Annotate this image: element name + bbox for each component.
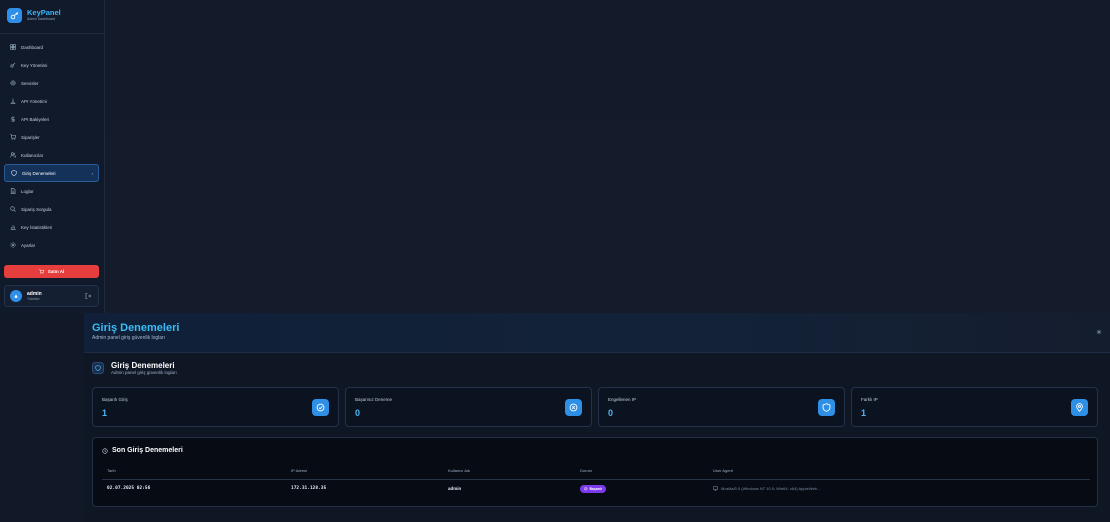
sidebar-item-api-management[interactable]: API Yönetimi [4,92,99,110]
sidebar-item-orders[interactable]: Siparişler [4,128,99,146]
shield-icon [92,362,104,374]
page-subtitle: Admin panel giriş güvenlik logları [92,335,166,341]
key-logo-icon [7,8,22,23]
cell-username: admin [448,486,462,491]
settings-icon [10,242,16,248]
shield-icon [818,399,835,416]
chevron-right-icon: › [91,170,93,176]
sidebar-item-label: Dashboard [21,44,44,50]
column-header-user-agent[interactable]: User Agent [713,468,733,473]
sidebar-item-logs[interactable]: Loglar [4,182,99,200]
sidebar-item-label: Key Yönetimi [21,62,48,68]
user-card[interactable]: admin Yönetici [4,285,99,307]
sidebar-item-label: API Bakiyeleri [21,116,50,122]
cell-ip: 172.31.128.35 [291,486,327,491]
sidebar-menu: Dashboard Key Yönetimi Servisler API Yön… [4,38,99,254]
search-icon [10,206,16,212]
sidebar-item-login-attempts[interactable]: Giriş Denemeleri › [4,164,99,182]
stat-value: 0 [608,408,614,418]
stat-card-distinct-ips: Farklı IP 1 [851,387,1098,427]
section-heading: Giriş Denemeleri Admin panel giriş güven… [92,361,177,375]
stat-label: Başarılı Giriş [102,397,128,402]
login-attempts-table: Son Giriş Denemeleri Tarih IP Adresi Kul… [92,437,1098,507]
avatar [10,290,22,302]
cell-user-agent: Mozilla/5.0 (Windows NT 10.0; Win64; x64… [713,486,820,491]
stat-card-failed-attempts: Başarısız Deneme 0 [345,387,592,427]
column-header-date[interactable]: Tarih [107,468,116,473]
location-icon [1071,399,1088,416]
sidebar-divider [0,33,105,34]
column-header-status[interactable]: Durum [580,468,592,473]
user-role: Yönetici [27,297,40,301]
monitor-icon [713,486,718,491]
stat-card-successful-logins: Başarılı Giriş 1 [92,387,339,427]
page-header: Giriş Denemeleri Admin panel giriş güven… [84,313,1110,353]
brand[interactable]: KeyPanel Admin Dashboard [7,8,61,23]
users-icon [10,152,16,158]
table-title-row: Son Giriş Denemeleri [102,447,183,454]
sidebar-item-label: Loglar [21,188,34,194]
cell-date: 02.07.2025 02:56 [107,486,151,491]
sidebar: KeyPanel Admin Dashboard Dashboard Key Y… [0,0,105,313]
sidebar-item-key-statistics[interactable]: Key İstatistikleri [4,218,99,236]
status-badge-label: Başarılı [589,487,603,491]
column-header-username[interactable]: Kullanıcı Adı [448,468,470,473]
sidebar-item-label: Sipariş Sorgula [21,206,52,212]
table-title: Son Giriş Denemeleri [112,447,183,454]
sidebar-item-label: Kullanıcılar [21,152,44,158]
brand-name: KeyPanel [27,8,61,17]
user-icon [14,294,18,298]
logout-icon[interactable] [85,293,91,299]
sparkle-icon[interactable] [1096,329,1102,335]
sidebar-item-label: Ayarlar [21,242,36,248]
sidebar-item-dashboard[interactable]: Dashboard [4,38,99,56]
stat-label: Başarısız Deneme [355,397,393,402]
dashboard-icon [10,44,16,50]
file-icon [10,188,16,194]
x-circle-icon [565,399,582,416]
sidebar-item-label: Servisler [21,80,39,86]
top-background [105,0,1110,313]
page-title: Giriş Denemeleri [92,322,180,334]
buy-button-label: Satın Al [47,269,65,274]
table-header-divider [102,479,1090,480]
section-subtitle: Admin panel giriş güvenlik logları [111,370,177,375]
chart-icon [10,225,16,230]
sidebar-item-key-management[interactable]: Key Yönetimi [4,56,99,74]
user-agent-text: Mozilla/5.0 (Windows NT 10.0; Win64; x64… [721,486,821,491]
stat-value: 1 [102,408,108,418]
sidebar-item-services[interactable]: Servisler [4,74,99,92]
sidebar-item-users[interactable]: Kullanıcılar [4,146,99,164]
sidebar-item-order-query[interactable]: Sipariş Sorgula [4,200,99,218]
stat-label: Farklı IP [861,397,878,402]
key-icon [10,62,16,68]
sidebar-item-label: API Yönetimi [21,98,47,104]
section-title: Giriş Denemeleri [111,361,175,370]
stat-value: 0 [355,408,361,418]
lower-left-background [0,313,84,522]
dollar-icon [11,116,15,122]
status-badge: Başarılı [580,485,607,493]
cart-icon [10,134,16,140]
shield-icon [11,170,17,176]
api-icon [10,98,16,104]
cart-icon [38,269,44,274]
brand-subtitle: Admin Dashboard [27,17,56,21]
stat-value: 1 [861,408,867,418]
buy-button[interactable]: Satın Al [4,265,99,278]
gear-icon [10,80,16,86]
check-circle-icon [312,399,329,416]
stat-label: Engellenen IP [608,397,637,402]
sidebar-item-settings[interactable]: Ayarlar [4,236,99,254]
clock-icon [102,447,108,454]
sidebar-item-label: Key İstatistikleri [21,224,53,230]
check-circle-icon [584,487,588,491]
column-header-ip[interactable]: IP Adresi [291,468,307,473]
stat-card-blocked-ips: Engellenen IP 0 [598,387,845,427]
sidebar-item-api-balances[interactable]: API Bakiyeleri [4,110,99,128]
sidebar-item-label: Siparişler [21,134,40,140]
sidebar-item-label: Giriş Denemeleri [22,170,56,176]
